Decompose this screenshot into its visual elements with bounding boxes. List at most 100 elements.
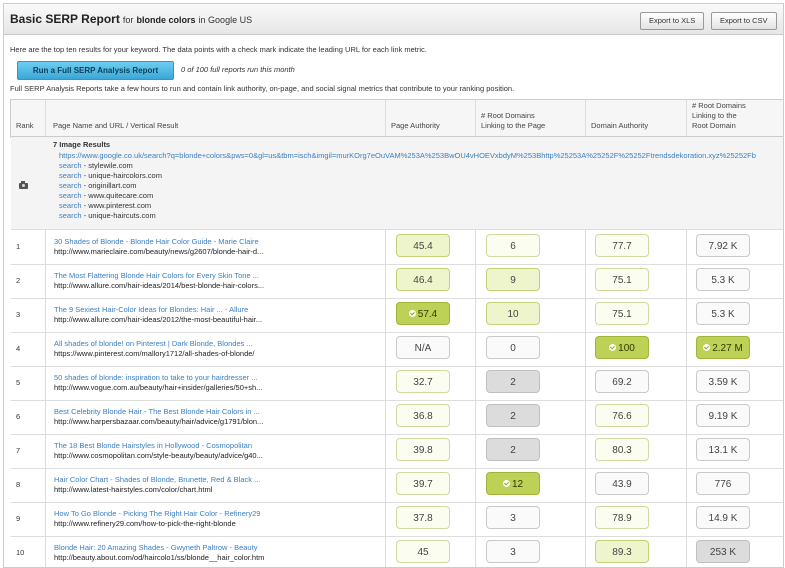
metric-value: 100 [618, 343, 635, 354]
root-domains-page-cell: 12 [486, 472, 540, 495]
root-domains-domain-cell: 14.9 K [696, 506, 750, 529]
metric-value: 78.9 [612, 513, 632, 524]
report-title: Basic SERP Report for blonde colors in G… [10, 12, 252, 26]
image-result-item: search - unique-haircolors.com [59, 171, 162, 180]
root-domains-domain-cell: 2.27 M [696, 336, 750, 359]
column-page[interactable]: Page Name and URL / Vertical Result [53, 121, 178, 131]
metric-value: 2 [510, 411, 516, 422]
export-xls-button[interactable]: Export to XLS [640, 12, 705, 30]
root-domains-page-cell: 3 [486, 506, 540, 529]
export-csv-button[interactable]: Export to CSV [711, 12, 777, 30]
search-link[interactable]: search [59, 161, 82, 170]
metric-value: 43.9 [612, 479, 632, 490]
metric-value: 37.8 [413, 513, 433, 524]
result-title-link[interactable]: The 18 Best Blonde Hairstyles in Hollywo… [54, 441, 252, 450]
root-domains-page-cell: 2 [486, 438, 540, 461]
serp-report-panel: Basic SERP Report for blonde colors in G… [3, 3, 784, 568]
serp-table: Rank Page Name and URL / Vertical Result… [10, 99, 783, 567]
image-results-row: 7 Image Results https://www.google.co.uk… [11, 137, 783, 230]
root-domains-domain-cell: 3.59 K [696, 370, 750, 393]
domain-authority-cell: 75.1 [595, 302, 649, 325]
result-url: http://www.marieclaire.com/beauty/news/g… [54, 247, 264, 256]
metric-value: 14.9 K [708, 513, 738, 524]
rank-cell: 10 [16, 548, 25, 557]
metric-value: 80.3 [612, 445, 632, 456]
result-url: http://www.vogue.com.au/beauty/hair+insi… [54, 383, 263, 392]
report-header: Basic SERP Report for blonde colors in G… [4, 4, 783, 35]
metric-value: 45.4 [413, 241, 433, 252]
table-row: 4 All shades of blonde! on Pinterest | Da… [11, 332, 783, 367]
table-row: 5 50 shades of blonde: inspiration to tak… [11, 366, 783, 401]
table-row: 6 Best Celebrity Blonde Hair - The Best B… [11, 400, 783, 435]
result-url: http://www.allure.com/hair-ideas/2014/be… [54, 281, 265, 290]
root-domains-page-cell: 3 [486, 540, 540, 563]
title-for-text: for [122, 15, 134, 25]
metric-value: 9.19 K [708, 411, 738, 422]
metric-value: 253 K [709, 547, 737, 558]
column-root-domains-page[interactable]: # Root Domains Linking to the Page [481, 111, 545, 131]
result-title-link[interactable]: Blonde Hair: 20 Amazing Shades - Gwyneth… [54, 543, 257, 552]
search-link[interactable]: search [59, 211, 82, 220]
search-link[interactable]: search [59, 191, 82, 200]
metric-value: 3.59 K [708, 377, 738, 388]
result-title-link[interactable]: All shades of blonde! on Pinterest | Dar… [54, 339, 253, 348]
domain-authority-cell: 76.6 [595, 404, 649, 427]
image-results-url[interactable]: https://www.google.co.uk/search?q=blonde… [59, 151, 756, 160]
search-link[interactable]: search [59, 181, 82, 190]
search-link[interactable]: search [59, 201, 82, 210]
result-url: http://www.cosmopolitan.com/style-beauty… [54, 451, 263, 460]
image-domain: originillart.com [88, 181, 137, 190]
result-title-link[interactable]: How To Go Blonde - Picking The Right Hai… [54, 509, 260, 518]
rank-cell: 6 [16, 412, 21, 421]
domain-authority-cell: 43.9 [595, 472, 649, 495]
table-row: 1 30 Shades of Blonde - Blonde Hair Color… [11, 230, 783, 265]
result-title-link[interactable]: The 9 Sexiest Hair-Color Ideas for Blond… [54, 305, 248, 314]
page-authority-cell: N/A [396, 336, 450, 359]
result-title-link[interactable]: 30 Shades of Blonde - Blonde Hair Color … [54, 237, 259, 246]
metric-value: 77.7 [612, 241, 632, 252]
rank-cell: 3 [16, 310, 21, 319]
domain-authority-cell: 89.3 [595, 540, 649, 563]
result-title-link[interactable]: Best Celebrity Blonde Hair - The Best Bl… [54, 407, 260, 416]
check-icon [408, 309, 416, 317]
page-authority-cell: 39.8 [396, 438, 450, 461]
report-quota-text: 0 of 100 full reports run this month [181, 65, 295, 74]
result-url: http://www.latest-hairstyles.com/color/c… [54, 485, 213, 494]
result-title-link[interactable]: The Most Flattering Blonde Hair Colors f… [54, 271, 259, 280]
metric-value: 75.1 [612, 275, 632, 286]
image-result-item: search - unique-haircuts.com [59, 211, 156, 220]
image-domain: unique-haircolors.com [88, 171, 162, 180]
column-root-domains-domain[interactable]: # Root Domains Linking to the Root Domai… [692, 101, 746, 131]
metric-value: 10 [507, 309, 519, 320]
root-domains-domain-cell: 253 K [696, 540, 750, 563]
metric-value: 69.2 [612, 377, 632, 388]
table-row: 2 The Most Flattering Blonde Hair Colors … [11, 264, 783, 299]
table-row: 7 The 18 Best Blonde Hairstyles in Hollyw… [11, 434, 783, 469]
column-rank[interactable]: Rank [16, 121, 34, 131]
result-title-link[interactable]: 50 shades of blonde: inspiration to take… [54, 373, 257, 382]
search-link[interactable]: search [59, 171, 82, 180]
table-row: 8 Hair Color Chart - Shades of Blonde, Br… [11, 468, 783, 503]
domain-authority-cell: 77.7 [595, 234, 649, 257]
domain-authority-cell: 69.2 [595, 370, 649, 393]
run-full-analysis-button[interactable]: Run a Full SERP Analysis Report [17, 61, 174, 80]
column-root-domains-domain-line1: # Root Domains [692, 101, 746, 110]
metric-value: 75.1 [612, 309, 632, 320]
metric-value: 39.8 [413, 445, 433, 456]
result-url: http://www.allure.com/hair-ideas/2012/th… [54, 315, 263, 324]
engine-text: in Google US [198, 15, 253, 25]
root-domains-domain-cell: 13.1 K [696, 438, 750, 461]
column-domain-authority[interactable]: Domain Authority [591, 121, 648, 131]
intro-text: Here are the top ten results for your ke… [10, 45, 427, 54]
result-title-link[interactable]: Hair Color Chart - Shades of Blonde, Bru… [54, 475, 260, 484]
image-results-title: 7 Image Results [53, 140, 111, 149]
page-authority-cell: 32.7 [396, 370, 450, 393]
metric-value: 3 [510, 547, 516, 558]
rank-cell: 4 [16, 344, 21, 353]
rank-cell: 2 [16, 276, 21, 285]
column-page-authority[interactable]: Page Authority [391, 121, 440, 131]
metric-value: 776 [714, 479, 732, 490]
rank-cell: 7 [16, 446, 21, 455]
metric-value: 39.7 [413, 479, 433, 490]
metric-value: 57.4 [417, 309, 438, 320]
